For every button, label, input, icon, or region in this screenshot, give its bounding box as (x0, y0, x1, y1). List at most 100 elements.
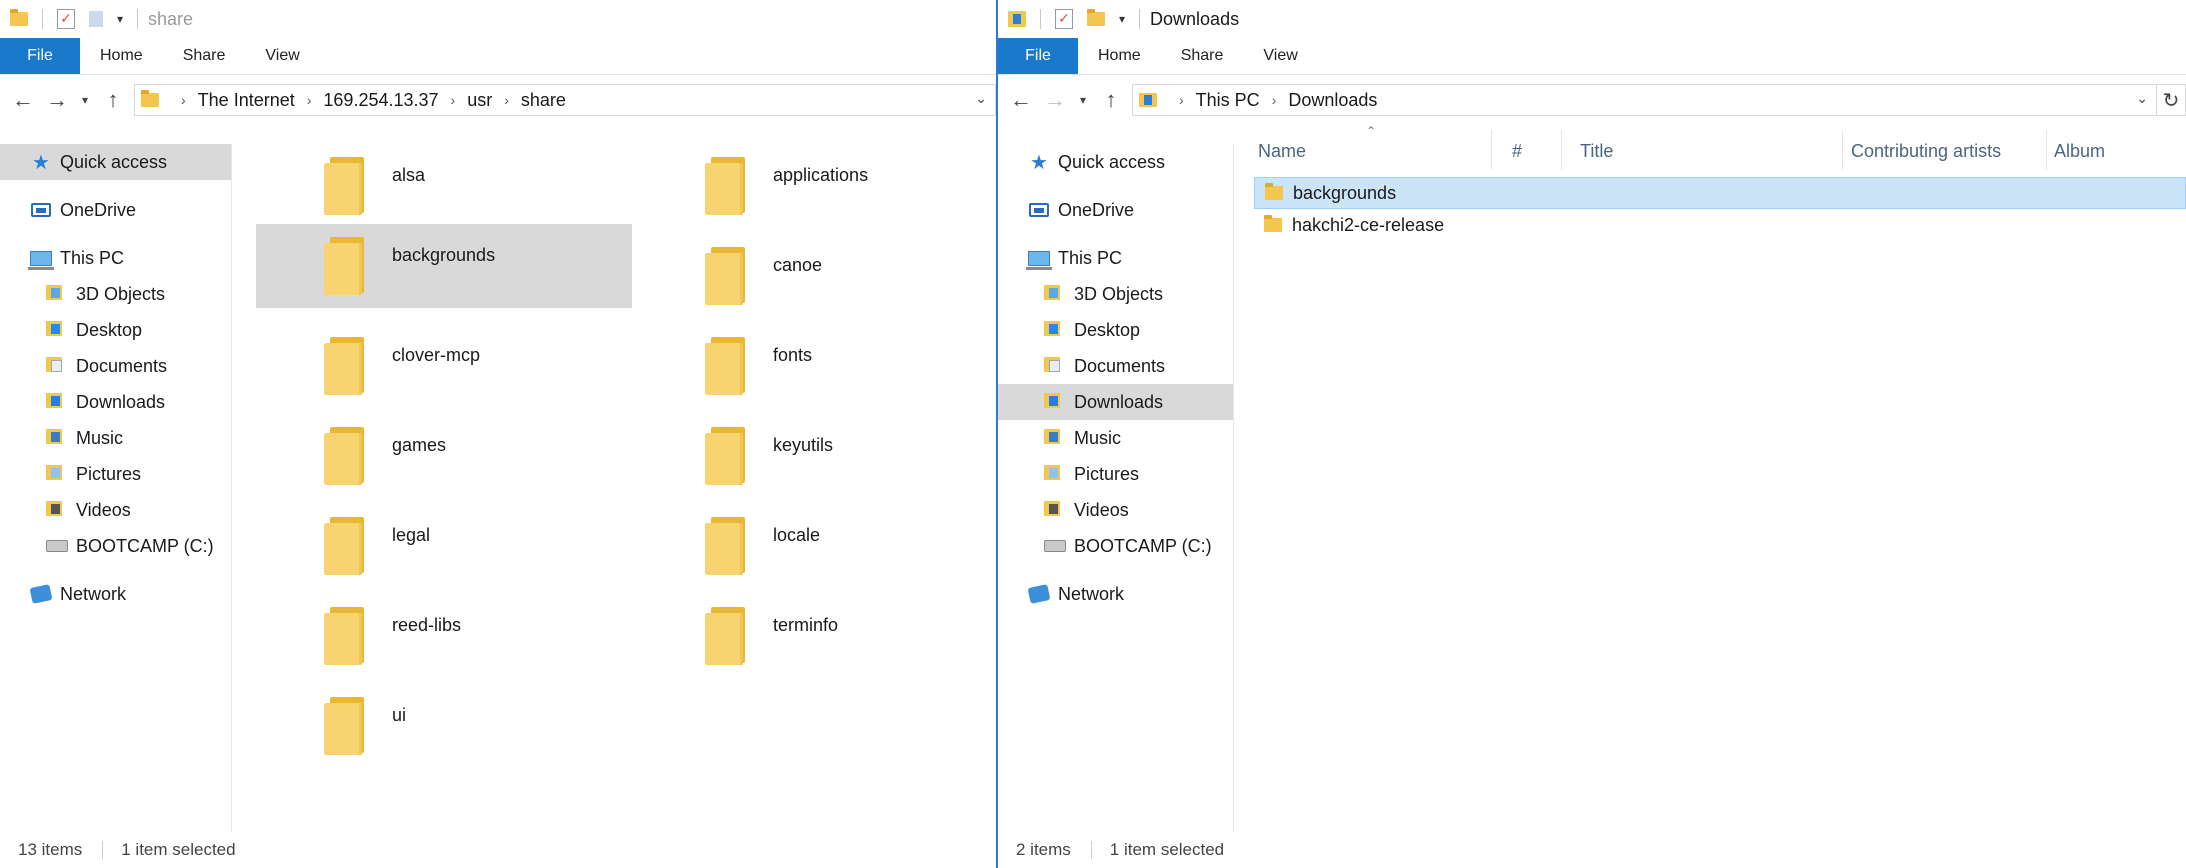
nav-network[interactable]: Network (998, 576, 1233, 612)
folder-item[interactable]: clover-mcp (256, 324, 632, 408)
column-divider[interactable] (1561, 130, 1562, 170)
nav-music[interactable]: Music (998, 420, 1233, 456)
tab-home[interactable]: Home (1078, 38, 1161, 74)
nav-3d-objects[interactable]: 3D Objects (0, 276, 231, 312)
breadcrumb-separator: › (450, 92, 456, 108)
column-header-name[interactable]: Name (1258, 134, 1306, 168)
table-row[interactable]: hakchi2-ce-release (1254, 209, 2186, 241)
selection-count: 1 item selected (121, 840, 236, 859)
breadcrumb-ip[interactable]: 169.254.13.37 (323, 90, 438, 111)
address-bar[interactable]: › This PC › Downloads ⌄ (1132, 84, 2157, 116)
folder-icon (1265, 183, 1283, 200)
tab-file[interactable]: File (0, 38, 80, 74)
nav-quick-access[interactable]: ★ Quick access (0, 144, 231, 180)
nav-music[interactable]: Music (0, 420, 231, 456)
nav-videos[interactable]: Videos (0, 492, 231, 528)
folder-item[interactable]: legal (256, 504, 632, 588)
nav-pictures[interactable]: Pictures (0, 456, 231, 492)
new-folder-icon[interactable] (89, 11, 103, 27)
breadcrumb-separator: › (504, 92, 509, 108)
folder-item[interactable]: games (256, 414, 632, 498)
nav-network[interactable]: Network (0, 576, 231, 612)
folder-item[interactable]: locale (637, 504, 996, 588)
nav-3d-objects[interactable]: 3D Objects (998, 276, 1233, 312)
nav-onedrive[interactable]: OneDrive (0, 192, 231, 228)
column-divider[interactable] (2046, 130, 2047, 170)
column-header-title[interactable]: Title (1580, 134, 1613, 168)
nav-desktop[interactable]: Desktop (998, 312, 1233, 348)
column-divider[interactable] (1491, 130, 1492, 170)
breadcrumb-this-pc[interactable]: This PC (1196, 90, 1260, 111)
tab-share[interactable]: Share (1161, 38, 1244, 74)
back-button[interactable]: ← (1004, 83, 1038, 117)
folder-icon (1264, 215, 1282, 232)
nav-label: Documents (1074, 355, 1166, 376)
window-title: Downloads (1150, 8, 1240, 29)
nav-this-pc[interactable]: This PC (998, 240, 1233, 276)
up-button[interactable]: ↑ (96, 83, 130, 117)
nav-pictures[interactable]: Pictures (998, 456, 1233, 492)
folder-item[interactable]: ui (256, 684, 632, 768)
nav-desktop[interactable]: Desktop (0, 312, 231, 348)
nav-documents[interactable]: Documents (0, 348, 231, 384)
forward-button[interactable]: → (1038, 83, 1072, 117)
breadcrumb-separator: › (1179, 92, 1184, 108)
nav-documents[interactable]: Documents (998, 348, 1233, 384)
properties-icon[interactable]: ✓ (1055, 9, 1073, 29)
folder-item[interactable]: alsa (256, 144, 632, 228)
tab-share[interactable]: Share (163, 38, 246, 74)
3d-objects-icon (46, 283, 68, 305)
breadcrumb-downloads[interactable]: Downloads (1288, 90, 1377, 111)
customize-qat-icon[interactable]: ▾ (1119, 12, 1125, 26)
pictures-icon (1044, 463, 1066, 485)
breadcrumb-the-internet[interactable]: The Internet (198, 90, 295, 111)
column-divider[interactable] (1842, 130, 1843, 170)
folder-item[interactable]: applications (637, 144, 996, 228)
new-folder-icon[interactable] (1087, 9, 1105, 26)
folder-item[interactable]: backgrounds (256, 224, 632, 308)
customize-qat-icon[interactable]: ▾ (117, 12, 123, 26)
folder-icon (324, 517, 366, 575)
nav-bootcamp-drive[interactable]: BOOTCAMP (C:) (0, 528, 231, 564)
folder-item[interactable]: keyutils (637, 414, 996, 498)
folder-item[interactable]: fonts (637, 324, 996, 408)
pictures-icon (46, 463, 68, 485)
column-header-number[interactable]: # (1512, 134, 1522, 168)
tab-view[interactable]: View (245, 38, 319, 74)
table-row[interactable]: backgrounds (1254, 177, 2186, 209)
nav-videos[interactable]: Videos (998, 492, 1233, 528)
nav-this-pc[interactable]: This PC (0, 240, 231, 276)
properties-icon[interactable]: ✓ (57, 9, 75, 29)
ribbon-tabs: File Home Share View (998, 38, 2186, 75)
address-bar[interactable]: › The Internet › 169.254.13.37 › usr › s… (134, 84, 996, 116)
videos-icon (1044, 499, 1066, 521)
breadcrumb-share[interactable]: share (521, 90, 566, 111)
tab-view[interactable]: View (1243, 38, 1317, 74)
folder-item[interactable]: canoe (637, 234, 996, 318)
recent-locations-button[interactable]: ▾ (74, 83, 96, 117)
tab-file[interactable]: File (998, 38, 1078, 74)
nav-label: BOOTCAMP (C:) (1074, 535, 1212, 556)
tab-home[interactable]: Home (80, 38, 163, 74)
nav-downloads[interactable]: Downloads (0, 384, 231, 420)
nav-quick-access[interactable]: ★ Quick access (998, 144, 1233, 180)
folder-icon (10, 9, 28, 26)
forward-button[interactable]: → (40, 83, 74, 117)
back-button[interactable]: ← (6, 83, 40, 117)
folder-item[interactable]: terminfo (637, 594, 996, 678)
breadcrumb-usr[interactable]: usr (467, 90, 492, 111)
nav-bootcamp-drive[interactable]: BOOTCAMP (C:) (998, 528, 1233, 564)
chevron-down-icon[interactable]: ⌄ (2136, 90, 2148, 107)
quick-access-toolbar: ✓ ▾ (0, 9, 139, 29)
chevron-down-icon[interactable]: ⌄ (975, 90, 987, 107)
nav-onedrive[interactable]: OneDrive (998, 192, 1233, 228)
folder-item[interactable]: reed-libs (256, 594, 632, 678)
selection-count: 1 item selected (1109, 840, 1225, 859)
column-header-contributing-artists[interactable]: Contributing artists (1851, 134, 2001, 168)
up-button[interactable]: ↑ (1094, 83, 1128, 117)
column-header-album[interactable]: Album (2054, 134, 2105, 168)
refresh-button[interactable]: ↻ (2157, 84, 2186, 116)
nav-downloads[interactable]: Downloads (998, 384, 1233, 420)
nav-label: Downloads (76, 391, 166, 412)
recent-locations-button[interactable]: ▾ (1072, 83, 1094, 117)
